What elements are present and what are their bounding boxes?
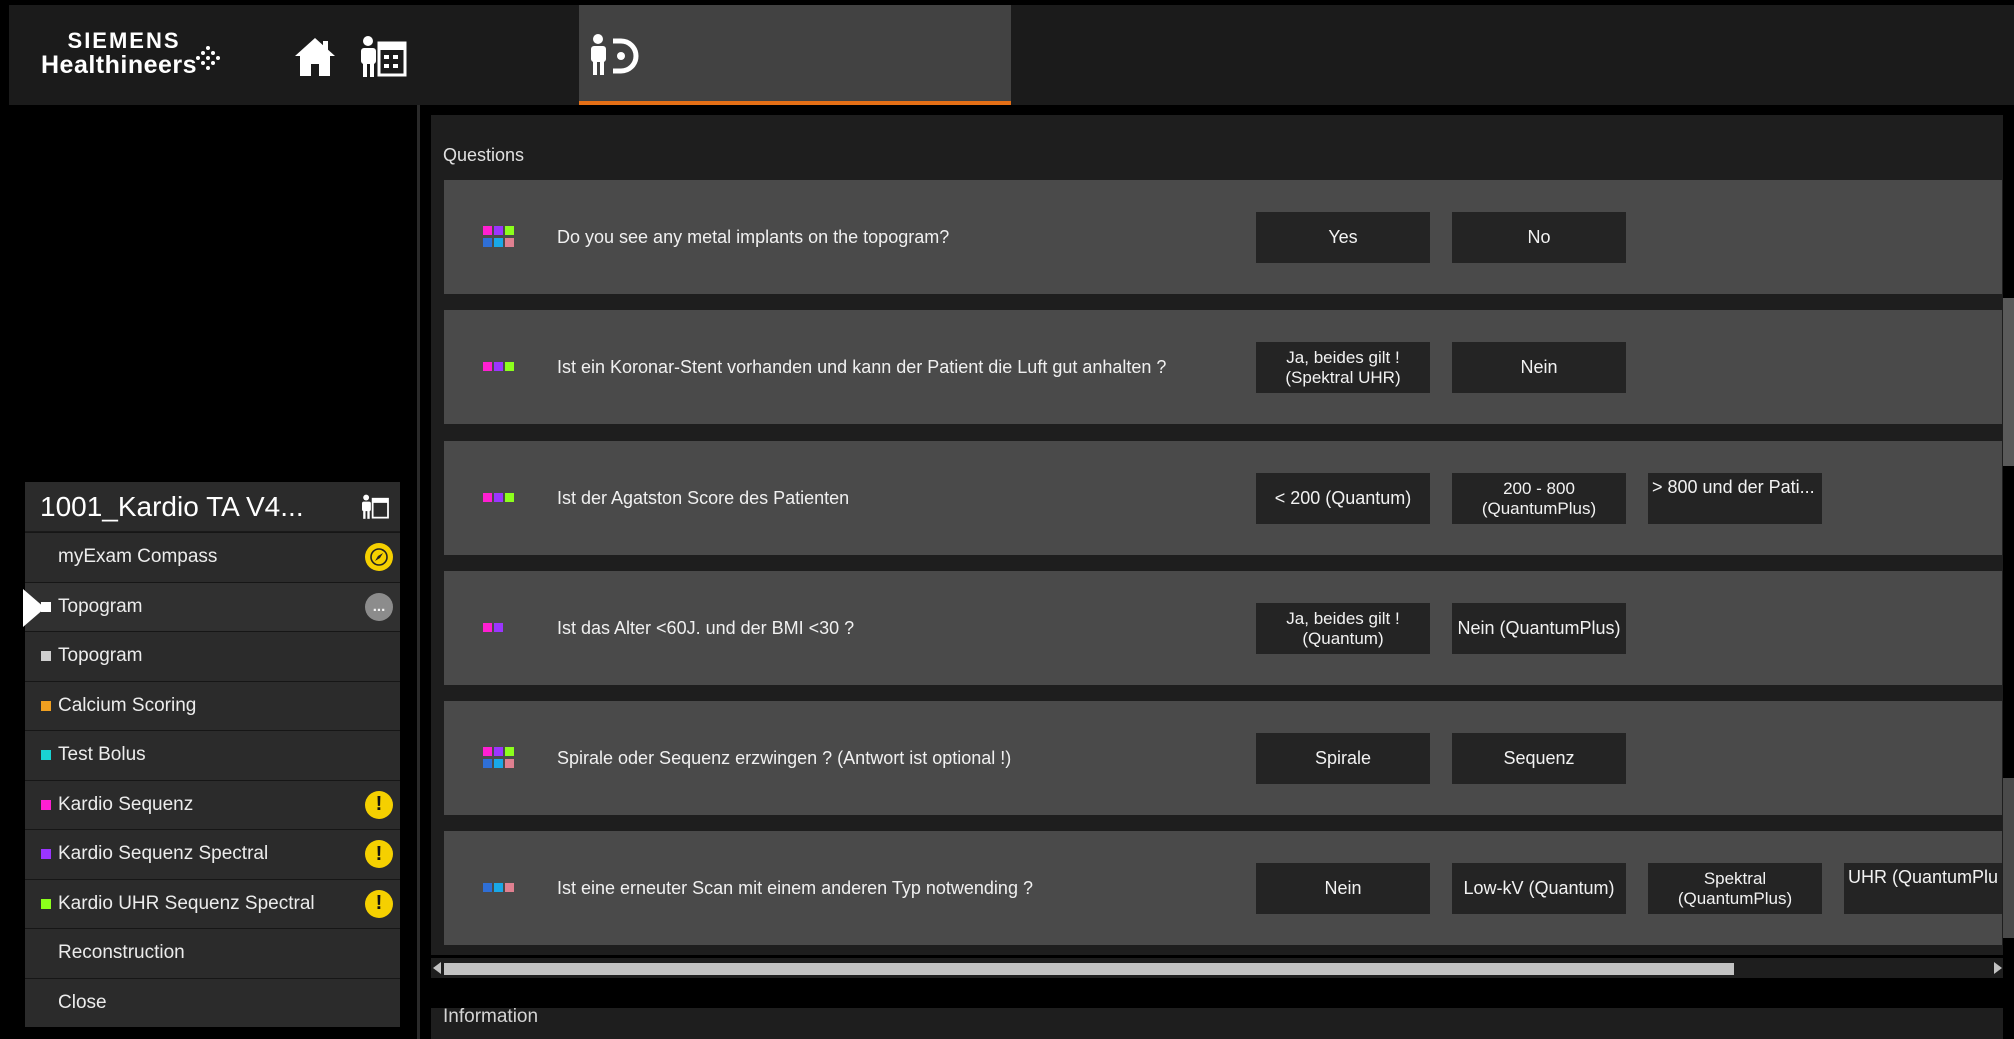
workflow-item-label: Kardio UHR Sequenz Spectral — [58, 892, 315, 914]
question-text: Ist das Alter <60J. und der BMI <30 ? — [557, 617, 855, 638]
workflow-item-label: Topogram — [58, 595, 143, 617]
answer-ja-spektral-uhr-button[interactable]: Ja, beides gilt ! (Spektral UHR) — [1256, 342, 1430, 393]
warning-icon: ! — [365, 889, 393, 918]
horizontal-scrollbar[interactable] — [431, 958, 2003, 978]
answer-no-button[interactable]: No — [1452, 212, 1626, 263]
patient-schedule-icon[interactable] — [359, 35, 407, 79]
question-row-alter-bmi: Ist das Alter <60J. und der BMI <30 ? Ja… — [444, 571, 2002, 685]
protocol-color-grid-icon — [483, 226, 514, 247]
patient-schedule-icon[interactable] — [360, 494, 390, 520]
workflow-item-kardio-uhr-sequenz-spectral[interactable]: Kardio UHR Sequenz Spectral ! — [25, 878, 400, 929]
question-text: Ist der Agatston Score des Patienten — [557, 487, 850, 508]
workflow-item-label: Reconstruction — [58, 942, 185, 964]
question-row-agatston-score: Ist der Agatston Score des Patienten < 2… — [444, 441, 2002, 555]
workflow-item-kardio-sequenz[interactable]: Kardio Sequenz ! — [25, 779, 400, 830]
questions-title: Questions — [443, 145, 525, 165]
answer-uhr-button[interactable]: UHR (QuantumPlu — [1844, 863, 2002, 914]
warning-icon: ! — [365, 790, 393, 819]
questions-panel: Questions Do you see any metal implants … — [431, 115, 2003, 955]
information-title: Information — [443, 1006, 539, 1027]
question-row-spirale-sequenz: Spirale oder Sequenz erzwingen ? (Antwor… — [444, 701, 2002, 815]
workflow-item-myexam-compass[interactable]: myExam Compass — [25, 532, 400, 582]
workflow-item-label: Kardio Sequenz Spectral — [58, 843, 269, 865]
step-color-marker — [41, 601, 51, 612]
scroll-left-arrow-icon[interactable] — [433, 962, 441, 974]
workflow-item-label: Close — [58, 991, 107, 1013]
workflow-item-calcium-scoring[interactable]: Calcium Scoring — [25, 680, 400, 731]
workflow-item-topogram[interactable]: Topogram — [25, 631, 400, 681]
protocol-color-grid-icon — [483, 747, 514, 768]
step-color-marker — [41, 700, 51, 711]
brand-line2: Healthineers — [41, 51, 198, 79]
workflow-title-label: 1001_Kardio TA V4... — [40, 490, 304, 522]
question-row-metal-implants: Do you see any metal implants on the top… — [444, 180, 2002, 294]
workflow-item-topogram-current[interactable]: Topogram ... — [23, 581, 400, 631]
workflow-item-close[interactable]: Close — [25, 977, 400, 1028]
siemens-healthineers-logo: SIEMENS Healthineers — [41, 30, 197, 78]
workflow-item-kardio-sequenz-spectral[interactable]: Kardio Sequenz Spectral ! — [25, 829, 400, 879]
step-color-marker — [41, 750, 51, 761]
workflow-item-test-bolus[interactable]: Test Bolus — [25, 730, 400, 780]
question-row-erneuter-scan: Ist eine erneuter Scan mit einem anderen… — [444, 831, 2002, 945]
step-color-marker — [41, 799, 51, 810]
logo-dots-icon — [196, 46, 220, 70]
answer-under-200-button[interactable]: < 200 (Quantum) — [1256, 473, 1430, 524]
workflow-item-label: Test Bolus — [58, 744, 146, 766]
top-bar: SIEMENS Healthineers — [9, 5, 2014, 105]
question-text: Ist ein Koronar-Stent vorhanden und kann… — [557, 356, 1167, 377]
protocol-color-grid-icon — [483, 493, 514, 502]
vertical-scrollbar-lower-thumb[interactable] — [2003, 778, 2014, 938]
scroll-right-arrow-icon[interactable] — [1994, 962, 2002, 974]
horizontal-scrollbar-thumb[interactable] — [444, 963, 1734, 975]
protocol-color-grid-icon — [483, 362, 514, 371]
step-color-marker — [41, 651, 51, 662]
step-color-marker — [41, 849, 51, 860]
answer-low-kv-button[interactable]: Low-kV (Quantum) — [1452, 863, 1626, 914]
brand-line1: SIEMENS — [67, 28, 181, 53]
answer-ja-quantum-button[interactable]: Ja, beides gilt ! (Quantum) — [1256, 603, 1430, 654]
compass-icon — [365, 543, 393, 572]
protocol-color-grid-icon — [483, 883, 514, 892]
workflow-item-label: Calcium Scoring — [58, 694, 197, 716]
step-color-marker — [41, 898, 51, 909]
home-icon[interactable] — [293, 35, 337, 79]
panel-divider — [417, 105, 420, 1039]
patient-exam-icon — [591, 34, 639, 75]
more-options-icon[interactable]: ... — [365, 592, 393, 621]
answer-sequenz-button[interactable]: Sequenz — [1452, 733, 1626, 784]
question-text: Ist eine erneuter Scan mit einem anderen… — [557, 877, 1033, 898]
workflow-item-label: myExam Compass — [58, 546, 218, 568]
protocol-color-grid-icon — [483, 623, 503, 632]
answer-spirale-button[interactable]: Spirale — [1256, 733, 1430, 784]
workflow-item-reconstruction[interactable]: Reconstruction — [25, 928, 400, 978]
answer-nein-quantumplus-button[interactable]: Nein (QuantumPlus) — [1452, 603, 1626, 654]
answer-nein-button[interactable]: Nein — [1452, 342, 1626, 393]
tab-patient-exam[interactable] — [579, 5, 1011, 105]
workflow-item-label: Kardio Sequenz — [58, 793, 194, 815]
workflow-title[interactable]: 1001_Kardio TA V4... — [25, 482, 400, 532]
workflow-item-label: Topogram — [58, 645, 143, 667]
question-row-koronar-stent: Ist ein Koronar-Stent vorhanden und kann… — [444, 310, 2002, 424]
answer-nein-button[interactable]: Nein — [1256, 863, 1430, 914]
warning-icon: ! — [365, 840, 393, 869]
question-text: Do you see any metal implants on the top… — [557, 226, 950, 247]
answer-over-800-button[interactable]: > 800 und der Pati... — [1648, 473, 1822, 524]
vertical-scrollbar-thumb[interactable] — [2003, 298, 2014, 466]
answer-spektral-button[interactable]: Spektral (QuantumPlus) — [1648, 863, 1822, 914]
information-panel: Information — [431, 1006, 2003, 1039]
answer-200-800-button[interactable]: 200 - 800 (QuantumPlus) — [1452, 473, 1626, 524]
answer-yes-button[interactable]: Yes — [1256, 212, 1430, 263]
workflow-panel: 1001_Kardio TA V4... myExam Compass Topo… — [23, 482, 400, 1028]
question-text: Spirale oder Sequenz erzwingen ? (Antwor… — [557, 747, 1012, 768]
